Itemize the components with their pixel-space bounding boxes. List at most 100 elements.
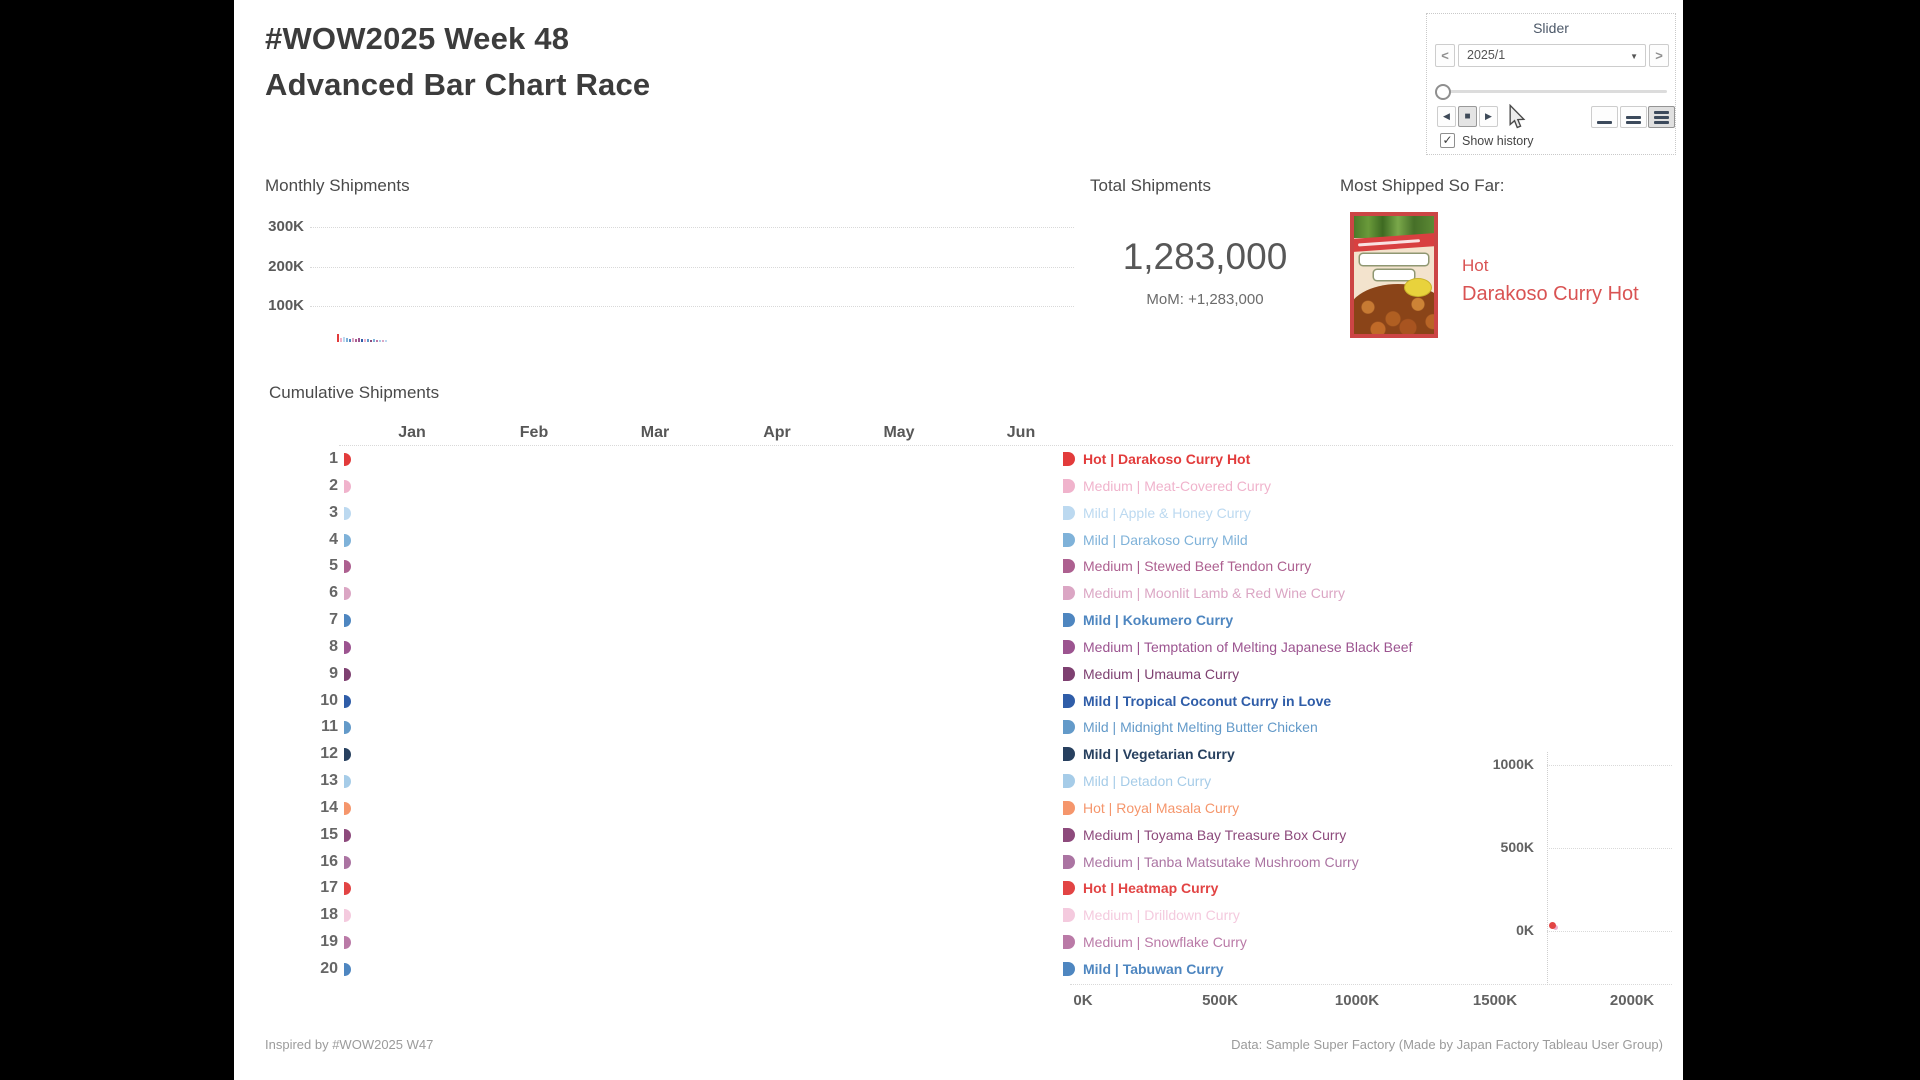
race-label[interactable]: Medium | Stewed Beef Tendon Curry	[1083, 553, 1311, 579]
label-marker[interactable]	[1063, 962, 1075, 976]
race-label[interactable]: Hot | Darakoso Curry Hot	[1083, 446, 1250, 472]
label-marker[interactable]	[1063, 452, 1075, 466]
race-label[interactable]: Medium | Moonlit Lamb & Red Wine Curry	[1083, 580, 1345, 606]
label-marker[interactable]	[1063, 908, 1075, 922]
race-bar[interactable]	[344, 560, 351, 573]
period-slider-track[interactable]	[1441, 90, 1667, 93]
period-dropdown-value: 2025/1	[1467, 45, 1505, 66]
rank-number: 19	[292, 929, 338, 955]
race-bar[interactable]	[344, 882, 351, 895]
monthly-bar[interactable]	[337, 334, 339, 342]
race-label[interactable]: Medium | Meat-Covered Curry	[1083, 473, 1271, 499]
race-label[interactable]: Mild | Detadon Curry	[1083, 768, 1211, 794]
monthly-bar[interactable]	[376, 340, 378, 342]
race-bar[interactable]	[344, 695, 351, 708]
label-marker[interactable]	[1063, 855, 1075, 869]
gridline-100k	[310, 306, 1074, 307]
label-marker[interactable]	[1063, 640, 1075, 654]
label-marker[interactable]	[1063, 694, 1075, 708]
monthly-ytick-300k: 300K	[234, 218, 304, 235]
next-period-button[interactable]: >	[1649, 44, 1669, 67]
race-row: 4Mild | Darakoso Curry Mild	[234, 527, 1683, 553]
race-label[interactable]: Mild | Midnight Melting Butter Chicken	[1083, 714, 1318, 740]
race-bar[interactable]	[344, 534, 351, 547]
race-bar[interactable]	[344, 721, 351, 734]
race-bar[interactable]	[344, 507, 351, 520]
label-marker[interactable]	[1063, 559, 1075, 573]
race-label[interactable]: Medium | Umauma Curry	[1083, 661, 1239, 687]
race-label[interactable]: Hot | Royal Masala Curry	[1083, 795, 1239, 821]
label-marker[interactable]	[1063, 667, 1075, 681]
monthly-bar[interactable]	[382, 340, 384, 342]
monthly-bar[interactable]	[364, 339, 366, 342]
label-marker[interactable]	[1063, 774, 1075, 788]
race-bar[interactable]	[344, 963, 351, 976]
rank-number: 20	[292, 956, 338, 982]
race-bar[interactable]	[344, 641, 351, 654]
chevron-down-icon[interactable]: ▼	[1630, 52, 1638, 61]
race-label[interactable]: Mild | Kokumero Curry	[1083, 607, 1233, 633]
race-bar[interactable]	[344, 668, 351, 681]
label-marker[interactable]	[1063, 533, 1075, 547]
race-row: 19 Medium | Snowflake Curry	[234, 929, 1683, 955]
monthly-bar[interactable]	[349, 339, 351, 342]
step-back-button[interactable]: ◀	[1437, 106, 1456, 127]
race-bar[interactable]	[344, 775, 351, 788]
monthly-bar[interactable]	[346, 338, 348, 342]
race-bar[interactable]	[344, 936, 351, 949]
race-label[interactable]: Medium | Toyama Bay Treasure Box Curry	[1083, 822, 1346, 848]
monthly-bar[interactable]	[367, 339, 369, 342]
show-history-checkbox[interactable]: ✓	[1440, 133, 1455, 148]
race-label[interactable]: Mild | Vegetarian Curry	[1083, 741, 1235, 767]
label-marker[interactable]	[1063, 828, 1075, 842]
race-label[interactable]: Medium | Snowflake Curry	[1083, 929, 1247, 955]
race-bar[interactable]	[344, 802, 351, 815]
race-bar[interactable]	[344, 748, 351, 761]
stop-button[interactable]: ■	[1458, 106, 1477, 127]
race-row: 12Mild | Vegetarian Curry	[234, 741, 1683, 767]
label-marker[interactable]	[1063, 586, 1075, 600]
label-marker[interactable]	[1063, 720, 1075, 734]
monthly-bar[interactable]	[379, 340, 381, 342]
monthly-bar[interactable]	[340, 338, 342, 342]
monthly-bar[interactable]	[355, 339, 357, 342]
speed-medium-button[interactable]	[1620, 106, 1647, 128]
race-label[interactable]: Mild | Apple & Honey Curry	[1083, 500, 1251, 526]
previous-period-button[interactable]: <	[1435, 44, 1455, 67]
period-dropdown[interactable]: 2025/1 ▼	[1458, 44, 1646, 67]
speed-fast-button[interactable]	[1648, 106, 1675, 128]
race-bar[interactable]	[344, 587, 351, 600]
race-label[interactable]: Medium | Drilldown Curry	[1083, 902, 1240, 928]
race-bar[interactable]	[344, 453, 351, 466]
period-slider-handle[interactable]	[1435, 84, 1451, 100]
step-forward-button[interactable]: ▶	[1479, 106, 1498, 127]
label-marker[interactable]	[1063, 479, 1075, 493]
label-marker[interactable]	[1063, 935, 1075, 949]
race-bar[interactable]	[344, 909, 351, 922]
show-history-label[interactable]: Show history	[1462, 134, 1534, 148]
race-label[interactable]: Mild | Darakoso Curry Mild	[1083, 527, 1248, 553]
monthly-bar[interactable]	[385, 340, 387, 342]
speed-slow-button[interactable]	[1591, 106, 1618, 128]
race-label[interactable]: Mild | Tropical Coconut Curry in Love	[1083, 688, 1331, 714]
history-point[interactable]	[1549, 922, 1556, 929]
race-label[interactable]: Mild | Tabuwan Curry	[1083, 956, 1224, 982]
monthly-bar[interactable]	[373, 339, 375, 342]
monthly-bar[interactable]	[370, 340, 372, 342]
monthly-bar[interactable]	[343, 337, 345, 342]
race-label[interactable]: Hot | Heatmap Curry	[1083, 875, 1218, 901]
race-label[interactable]: Medium | Temptation of Melting Japanese …	[1083, 634, 1412, 660]
label-marker[interactable]	[1063, 613, 1075, 627]
monthly-bar[interactable]	[352, 338, 354, 342]
race-bar[interactable]	[344, 829, 351, 842]
label-marker[interactable]	[1063, 506, 1075, 520]
monthly-bar[interactable]	[361, 339, 363, 342]
monthly-bar[interactable]	[358, 338, 360, 342]
label-marker[interactable]	[1063, 881, 1075, 895]
label-marker[interactable]	[1063, 801, 1075, 815]
label-marker[interactable]	[1063, 747, 1075, 761]
race-bar[interactable]	[344, 480, 351, 493]
race-label[interactable]: Medium | Tanba Matsutake Mushroom Curry	[1083, 849, 1359, 875]
race-bar[interactable]	[344, 614, 351, 627]
race-bar[interactable]	[344, 856, 351, 869]
